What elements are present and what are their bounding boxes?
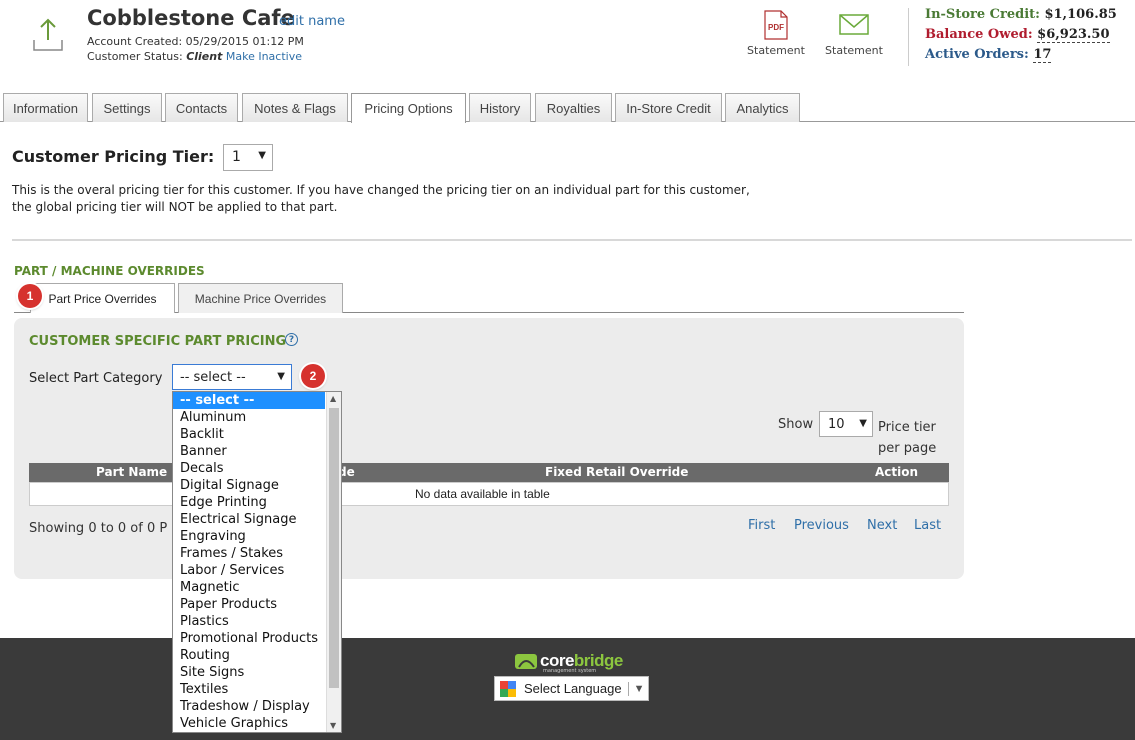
in-store-credit-label: In-Store Credit: (925, 7, 1040, 22)
status-value: Client (186, 50, 223, 63)
pricing-tier-select[interactable]: 1 ▼ (223, 144, 273, 171)
overrides-title: PART / MACHINE OVERRIDES (14, 264, 205, 278)
pdf-icon-text: PDF (768, 23, 784, 32)
step-badge-2: 2 (301, 364, 325, 388)
category-option[interactable]: -- select -- (173, 392, 325, 409)
balance-owed-value[interactable]: $6,923.50 (1037, 27, 1110, 43)
language-select[interactable]: Select Language ▼ (494, 676, 649, 701)
tab-in-store-credit[interactable]: In-Store Credit (615, 93, 722, 122)
scroll-down-icon[interactable]: ▼ (330, 721, 336, 730)
section-divider (12, 239, 1132, 241)
tab-analytics[interactable]: Analytics (725, 93, 800, 122)
category-selected-value: -- select -- (180, 370, 246, 385)
content-bottom (0, 600, 1135, 638)
category-option[interactable]: Digital Signage (173, 477, 325, 494)
category-option[interactable]: Aluminum (173, 409, 325, 426)
tab-information[interactable]: Information (3, 93, 88, 122)
category-option[interactable]: Frames / Stakes (173, 545, 325, 562)
pdf-icon: PDF (764, 10, 788, 40)
status-label: Customer Status: (87, 50, 183, 63)
category-option[interactable]: Site Signs (173, 664, 325, 681)
logo-subtitle: management system (543, 668, 597, 674)
category-option[interactable]: Magnetic (173, 579, 325, 596)
tab-notes-flags[interactable]: Notes & Flags (242, 93, 348, 122)
category-option[interactable]: Backlit (173, 426, 325, 443)
language-label: Select Language (524, 681, 622, 696)
show-label: Show (778, 417, 814, 432)
chevron-down-icon: ▼ (859, 418, 867, 429)
pricing-tier-description: This is the overal pricing tier for this… (12, 183, 750, 214)
chevron-down-icon: ▼ (277, 371, 285, 382)
chevron-down-icon: ▼ (258, 150, 266, 161)
panel-title: CUSTOMER SPECIFIC PART PRICING (29, 334, 287, 349)
category-option[interactable]: Labor / Services (173, 562, 325, 579)
category-dropdown-list[interactable]: -- select -- Aluminum Backlit Banner Decals D… (172, 391, 342, 733)
dropdown-scrollbar[interactable]: ▲ ▼ (326, 392, 341, 732)
tab-royalties[interactable]: Royalties (535, 93, 612, 122)
balance-owed: Balance Owed: $6,923.50 (925, 27, 1110, 43)
category-option[interactable]: Engraving (173, 528, 325, 545)
table-info: Showing 0 to 0 of 0 P (29, 521, 168, 536)
language-separator (627, 681, 629, 696)
statement-pdf-button[interactable]: PDF Statement (736, 10, 816, 57)
active-orders: Active Orders: 17 (925, 47, 1052, 63)
category-option[interactable]: Decals (173, 460, 325, 477)
pager-next[interactable]: Next (867, 518, 897, 533)
tab-part-price-overrides[interactable]: Part Price Overrides (30, 283, 175, 313)
edit-name-link[interactable]: edit name (279, 14, 345, 29)
category-option[interactable]: Promotional Products (173, 630, 325, 647)
account-created: Account Created: 05/29/2015 01:12 PM (87, 35, 304, 48)
category-option[interactable]: Edge Printing (173, 494, 325, 511)
make-inactive-link[interactable]: Make Inactive (226, 50, 302, 63)
scroll-up-icon[interactable]: ▲ (330, 394, 336, 403)
scrollbar-thumb[interactable] (329, 408, 339, 688)
pager-last[interactable]: Last (914, 518, 941, 533)
category-option[interactable]: Vehicle Graphics (173, 715, 325, 732)
page-size-select[interactable]: 10 ▼ (819, 411, 873, 437)
statement-email-button[interactable]: Statement (814, 10, 894, 57)
tab-contacts[interactable]: Contacts (165, 93, 238, 122)
pricing-tier-label: Customer Pricing Tier: (12, 147, 215, 166)
google-icon (500, 680, 516, 697)
column-fixed-retail-override[interactable]: Fixed Retail Override (545, 465, 688, 479)
category-option[interactable]: Tradeshow / Display (173, 698, 325, 715)
tab-pricing-options[interactable]: Pricing Options (351, 93, 466, 123)
in-store-credit: In-Store Credit: $1,106.85 (925, 7, 1117, 22)
statement-pdf-label: Statement (747, 44, 805, 57)
balance-owed-label: Balance Owed: (925, 27, 1033, 42)
category-option[interactable]: Banner (173, 443, 325, 460)
column-part-name[interactable]: Part Name (96, 465, 167, 479)
category-option[interactable]: Textiles (173, 681, 325, 698)
tab-machine-price-overrides[interactable]: Machine Price Overrides (178, 283, 343, 313)
category-label: Select Part Category (29, 371, 163, 386)
statement-email-label: Statement (825, 44, 883, 57)
corebridge-logo-icon (515, 654, 537, 669)
pager-previous[interactable]: Previous (794, 518, 849, 533)
in-store-credit-value: $1,106.85 (1044, 7, 1117, 22)
category-select[interactable]: -- select -- ▼ (172, 364, 292, 390)
pager-first[interactable]: First (748, 518, 775, 533)
pricing-tier-value: 1 (232, 149, 241, 165)
envelope-icon (839, 14, 869, 35)
header-divider (908, 8, 909, 66)
category-option[interactable]: Plastics (173, 613, 325, 630)
tab-settings[interactable]: Settings (92, 93, 162, 122)
step-badge-1: 1 (18, 284, 42, 308)
help-icon[interactable]: ? (285, 333, 298, 346)
upload-icon[interactable] (30, 16, 66, 56)
page-size-value: 10 (828, 417, 845, 432)
page-size-suffix: Price tier per page (878, 420, 937, 456)
category-option[interactable]: Electrical Signage (173, 511, 325, 528)
column-action: Action (875, 465, 919, 479)
category-option[interactable]: Routing (173, 647, 325, 664)
tab-history[interactable]: History (469, 93, 531, 122)
active-orders-label: Active Orders: (925, 47, 1029, 62)
customer-name: Cobblestone Cafe (87, 6, 295, 30)
chevron-down-icon: ▼ (633, 682, 645, 695)
active-orders-value[interactable]: 17 (1033, 47, 1052, 63)
part-pricing-panel (14, 318, 964, 579)
no-data-message: No data available in table (415, 487, 550, 501)
category-option[interactable]: Paper Products (173, 596, 325, 613)
customer-status: Customer Status: Client Make Inactive (87, 50, 302, 63)
